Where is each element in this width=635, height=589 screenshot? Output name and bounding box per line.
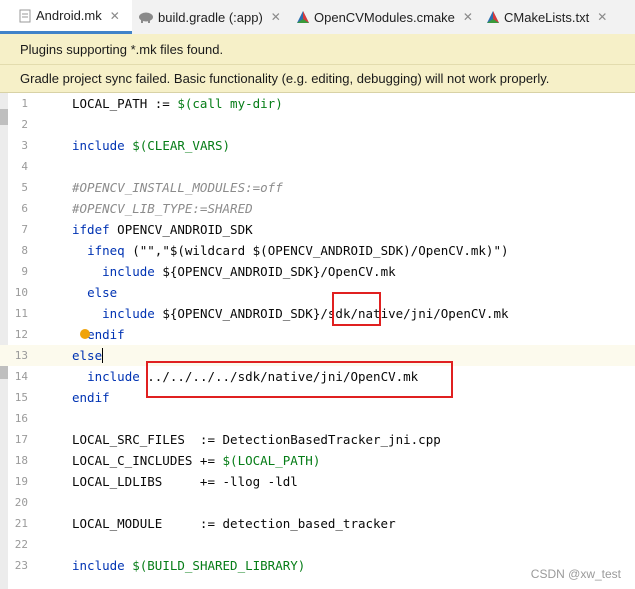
- line-number: 16: [14, 412, 28, 425]
- code-line[interactable]: 2: [0, 114, 635, 135]
- line-number: 20: [14, 496, 28, 509]
- code-line[interactable]: 12 endif: [0, 324, 635, 345]
- code-text: LOCAL_PATH := $(call my-dir): [72, 96, 283, 111]
- close-tab-icon[interactable]: ✕: [110, 9, 120, 23]
- line-number: 13: [14, 349, 28, 362]
- sdk-path-highlight-box: [332, 292, 381, 326]
- code-text: #OPENCV_LIB_TYPE:=SHARED: [72, 201, 253, 216]
- cmake-triangle-icon: [486, 10, 500, 24]
- code-line[interactable]: 5 #OPENCV_INSTALL_MODULES:=off: [0, 177, 635, 198]
- tab-label: CMakeLists.txt: [504, 9, 590, 25]
- code-text: LOCAL_SRC_FILES := DetectionBasedTracker…: [72, 432, 441, 447]
- close-tab-icon[interactable]: ✕: [271, 10, 281, 24]
- gradle-sync-failed-text: Gradle project sync failed. Basic functi…: [20, 71, 550, 86]
- cmake-triangle-icon: [296, 10, 310, 24]
- close-tab-icon[interactable]: ✕: [597, 10, 607, 24]
- code-text: #OPENCV_INSTALL_MODULES:=off: [72, 180, 283, 195]
- code-editor[interactable]: 1 LOCAL_PATH := $(call my-dir) 2 3 include $…: [0, 93, 635, 589]
- gradle-elephant-icon: [138, 10, 154, 24]
- mk-file-icon: [18, 9, 32, 23]
- line-number: 4: [21, 160, 28, 173]
- line-number: 6: [21, 202, 28, 215]
- line-number: 3: [21, 139, 28, 152]
- line-number: 21: [14, 517, 28, 530]
- tab-label: build.gradle (:app): [158, 9, 263, 25]
- code-line[interactable]: 22: [0, 534, 635, 555]
- relative-path-highlight-box: [146, 361, 453, 398]
- code-text: LOCAL_MODULE := detection_based_tracker: [72, 516, 396, 531]
- line-number: 8: [21, 244, 28, 257]
- line-number: 11: [14, 307, 28, 320]
- tab-label: OpenCVModules.cmake: [314, 9, 455, 25]
- code-text: LOCAL_C_INCLUDES += $(LOCAL_PATH): [72, 453, 321, 468]
- code-text: else: [87, 285, 118, 300]
- line-number: 12: [14, 328, 28, 341]
- code-line[interactable]: 1 LOCAL_PATH := $(call my-dir): [0, 93, 635, 114]
- code-line[interactable]: 16: [0, 408, 635, 429]
- code-text: endif: [72, 390, 110, 405]
- line-number: 18: [14, 454, 28, 467]
- line-number: 17: [14, 433, 28, 446]
- code-text: ifdef OPENCV_ANDROID_SDK: [72, 222, 253, 237]
- code-line[interactable]: 18 LOCAL_C_INCLUDES += $(LOCAL_PATH): [0, 450, 635, 471]
- code-text: include $(CLEAR_VARS): [72, 138, 231, 153]
- line-number: 9: [21, 265, 28, 278]
- code-text: LOCAL_LDLIBS += -llog -ldl: [72, 474, 298, 489]
- code-line[interactable]: 20: [0, 492, 635, 513]
- text-caret: [102, 348, 104, 363]
- line-number: 1: [21, 97, 28, 110]
- line-number: 23: [14, 559, 28, 572]
- code-line[interactable]: 21 LOCAL_MODULE := detection_based_tracke…: [0, 513, 635, 534]
- line-number: 19: [14, 475, 28, 488]
- code-line[interactable]: 8 ifneq ("","$(wildcard $(OPENCV_ANDROID…: [0, 240, 635, 261]
- code-line[interactable]: 11 include ${OPENCV_ANDROID_SDK}/sdk/nat…: [0, 303, 635, 324]
- code-line[interactable]: 7 ifdef OPENCV_ANDROID_SDK: [0, 219, 635, 240]
- line-number: 14: [14, 370, 28, 383]
- tab-cmakelists[interactable]: CMakeLists.txt ✕: [486, 0, 607, 34]
- line-number: 10: [14, 286, 28, 299]
- code-text: include ${OPENCV_ANDROID_SDK}/OpenCV.mk: [102, 264, 396, 279]
- code-line[interactable]: 4: [0, 156, 635, 177]
- tab-opencvmodules-cmake[interactable]: OpenCVModules.cmake ✕: [296, 0, 473, 34]
- line-number: 5: [21, 181, 28, 194]
- code-line[interactable]: 6 #OPENCV_LIB_TYPE:=SHARED: [0, 198, 635, 219]
- watermark: CSDN @xw_test: [530, 567, 621, 581]
- code-text: include $(BUILD_SHARED_LIBRARY): [72, 558, 306, 573]
- line-number: 22: [14, 538, 28, 551]
- plugins-notification-banner: Plugins supporting *.mk files found.: [0, 34, 635, 65]
- tab-label: Android.mk: [36, 8, 102, 23]
- tab-android-mk[interactable]: Android.mk ✕: [0, 0, 132, 34]
- code-line[interactable]: 9 include ${OPENCV_ANDROID_SDK}/OpenCV.m…: [0, 261, 635, 282]
- line-number: 7: [21, 223, 28, 236]
- code-line[interactable]: 19 LOCAL_LDLIBS += -llog -ldl: [0, 471, 635, 492]
- code-line[interactable]: 10 else: [0, 282, 635, 303]
- line-number: 2: [21, 118, 28, 131]
- code-text: ifneq ("","$(wildcard $(OPENCV_ANDROID_S…: [87, 243, 509, 258]
- plugins-notification-text: Plugins supporting *.mk files found.: [20, 41, 224, 57]
- gradle-sync-failed-banner: Gradle project sync failed. Basic functi…: [0, 65, 635, 93]
- close-tab-icon[interactable]: ✕: [463, 10, 473, 24]
- code-text: else: [72, 348, 104, 363]
- tab-build-gradle[interactable]: build.gradle (:app) ✕: [138, 0, 281, 34]
- code-line[interactable]: 17 LOCAL_SRC_FILES := DetectionBasedTrack…: [0, 429, 635, 450]
- code-line[interactable]: 3 include $(CLEAR_VARS): [0, 135, 635, 156]
- code-text: include ${OPENCV_ANDROID_SDK}/sdk/native…: [102, 306, 509, 321]
- editor-tab-bar: Android.mk ✕ build.gradle (:app) ✕ OpenC…: [0, 0, 635, 35]
- line-number: 15: [14, 391, 28, 404]
- lightbulb-icon[interactable]: [80, 329, 90, 339]
